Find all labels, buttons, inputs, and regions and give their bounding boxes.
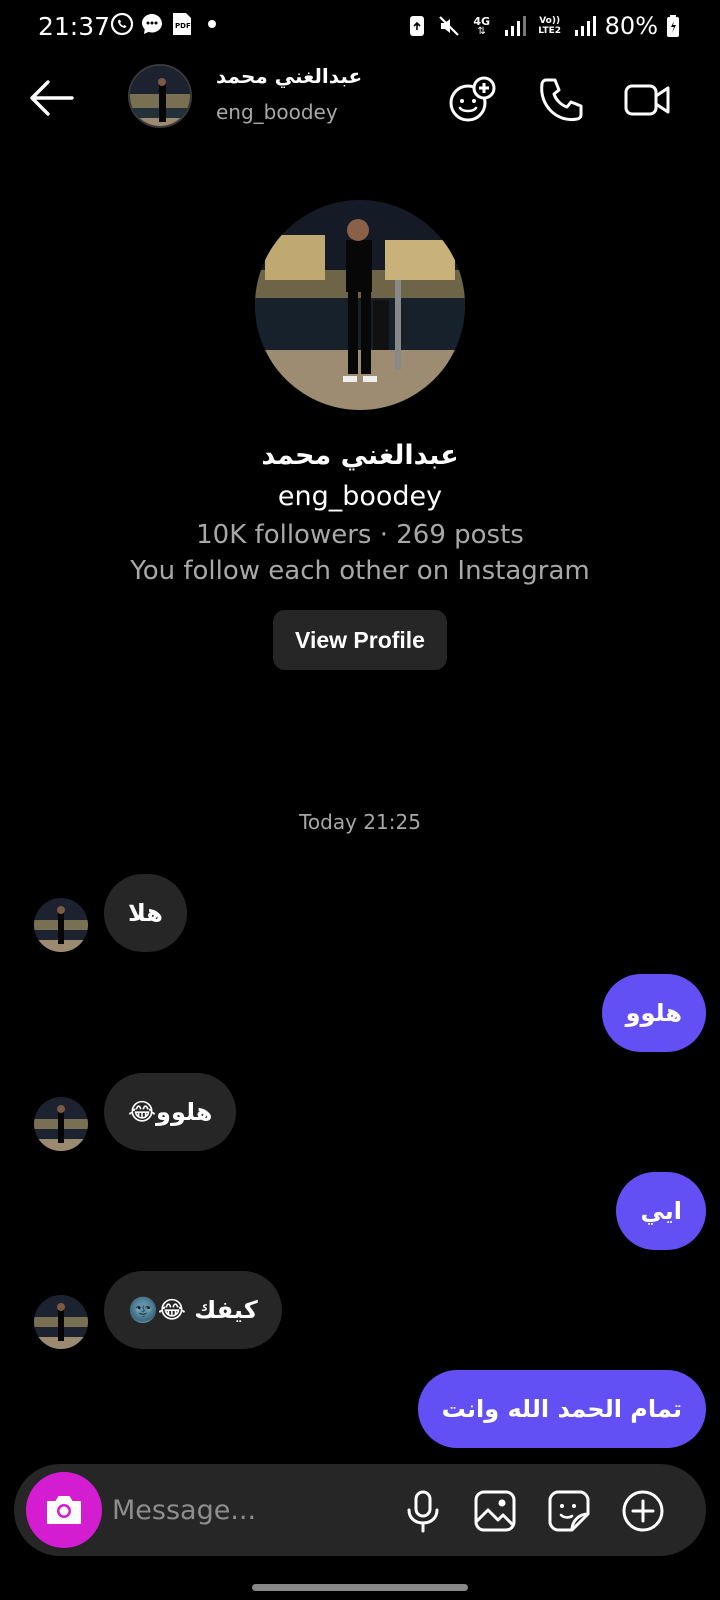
arrow-left-icon (30, 80, 74, 116)
profile-card: عبدالغني محمد eng_boodey 10K followers ·… (0, 200, 720, 670)
profile-username: eng_boodey (277, 481, 443, 512)
message-bubble-incoming[interactable]: هلوو😂 (104, 1073, 237, 1151)
message-bubble-incoming[interactable]: هلا (104, 874, 187, 952)
conversation-timestamp: Today 21:25 (299, 810, 421, 834)
header-display-name[interactable]: عبدالغني محمد (216, 64, 362, 88)
video-call-button[interactable] (622, 74, 674, 126)
message-bubble-outgoing[interactable]: تمام الحمد الله وانت (417, 1370, 706, 1448)
sticker-button[interactable] (546, 1488, 592, 1534)
chat-header: عبدالغني محمد eng_boodey (0, 58, 720, 136)
recycle-icon (405, 14, 429, 38)
volte-icon: Vo)) LTE2 (538, 16, 562, 36)
back-button[interactable] (28, 76, 76, 120)
sender-avatar[interactable] (34, 1097, 88, 1151)
status-bar: 21:37 PDF 4G ⇅ Vo)) LTE2 80% (0, 0, 720, 52)
sender-avatar[interactable] (34, 1295, 88, 1349)
profile-avatar[interactable] (255, 200, 465, 410)
battery-icon (666, 14, 680, 38)
add-people-button[interactable] (446, 74, 498, 126)
message-row-outgoing: تمام الحمد الله وانت (0, 1370, 720, 1448)
plus-circle-icon (622, 1490, 664, 1532)
message-bubble-incoming[interactable]: كيفك 😂🌚 (104, 1271, 282, 1349)
camera-icon (47, 1496, 81, 1524)
camera-button[interactable] (26, 1472, 102, 1548)
message-row-incoming: كيفك 😂🌚 (0, 1271, 720, 1349)
sticker-icon (548, 1490, 590, 1532)
signal-icon (573, 14, 597, 38)
chat-icon (140, 12, 164, 36)
microphone-icon (407, 1490, 439, 1533)
4g-icon: 4G ⇅ (473, 14, 490, 37)
mutual-follow-text: You follow each other on Instagram (130, 556, 590, 586)
whatsapp-icon (110, 12, 134, 36)
profile-display-name: عبدالغني محمد (261, 440, 459, 471)
view-profile-button[interactable]: View Profile (273, 610, 447, 670)
message-bubble-outgoing[interactable]: هلوو (601, 974, 706, 1052)
message-row-outgoing: هلوو (0, 974, 720, 1052)
dot-icon (200, 12, 224, 36)
message-input[interactable] (112, 1486, 392, 1534)
message-composer (14, 1464, 706, 1556)
home-indicator[interactable] (252, 1584, 468, 1591)
signal-icon (503, 14, 527, 38)
image-icon (474, 1490, 516, 1532)
more-options-button[interactable] (620, 1488, 666, 1534)
message-row-incoming: هلا (0, 874, 720, 952)
message-row-outgoing: ايي (0, 1172, 720, 1250)
notification-icons: PDF (110, 12, 224, 36)
voice-message-button[interactable] (400, 1488, 446, 1534)
mute-icon (437, 14, 461, 38)
emoji-plus-icon (449, 76, 496, 122)
profile-stats: 10K followers · 269 posts (196, 520, 524, 550)
phone-icon (540, 78, 583, 122)
pdf-icon: PDF (170, 12, 194, 36)
gallery-button[interactable] (472, 1488, 518, 1534)
header-username[interactable]: eng_boodey (216, 100, 338, 124)
sender-avatar[interactable] (34, 898, 88, 952)
system-status-icons: 4G ⇅ Vo)) LTE2 80% (405, 12, 680, 40)
status-time: 21:37 (38, 12, 111, 41)
header-avatar[interactable] (128, 64, 192, 128)
svg-text:PDF: PDF (175, 22, 191, 30)
video-camera-icon (624, 84, 670, 116)
message-row-incoming: هلوو😂 (0, 1073, 720, 1151)
battery-percentage: 80% (604, 12, 658, 40)
voice-call-button[interactable] (536, 74, 588, 126)
message-bubble-outgoing[interactable]: ايي (616, 1172, 706, 1250)
